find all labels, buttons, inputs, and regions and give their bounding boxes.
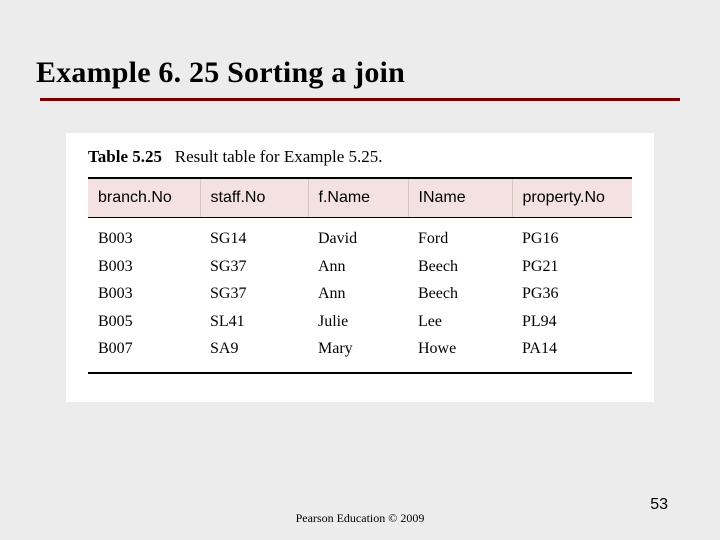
title-block: Example 6. 25 Sorting a join xyxy=(0,56,720,107)
col-lname: IName xyxy=(408,178,512,218)
slide: Example 6. 25 Sorting a join Table 5.25 … xyxy=(0,0,720,540)
title-rule xyxy=(40,98,680,101)
table-row: B003 SG14 David Ford PG16 xyxy=(88,218,632,252)
col-fname: f.Name xyxy=(308,178,408,218)
caption-label: Table 5.25 xyxy=(88,147,162,166)
table-header-row: branch.No staff.No f.Name IName property… xyxy=(88,178,632,218)
page-number: 53 xyxy=(650,496,668,514)
cell: PA14 xyxy=(512,334,632,373)
cell: Ford xyxy=(408,218,512,252)
cell: Howe xyxy=(408,334,512,373)
slide-title: Example 6. 25 Sorting a join xyxy=(36,56,684,90)
table-row: B003 SG37 Ann Beech PG36 xyxy=(88,279,632,307)
table-row: B007 SA9 Mary Howe PA14 xyxy=(88,334,632,373)
caption-text: Result table for Example 5.25. xyxy=(175,147,383,166)
cell: SG37 xyxy=(200,252,308,280)
cell: B005 xyxy=(88,307,200,335)
cell: PG36 xyxy=(512,279,632,307)
cell: B003 xyxy=(88,279,200,307)
cell: Mary xyxy=(308,334,408,373)
cell: B007 xyxy=(88,334,200,373)
col-branchno: branch.No xyxy=(88,178,200,218)
cell: SG37 xyxy=(200,279,308,307)
cell: Beech xyxy=(408,279,512,307)
cell: Beech xyxy=(408,252,512,280)
cell: PG21 xyxy=(512,252,632,280)
col-propertyno: property.No xyxy=(512,178,632,218)
table-row: B003 SG37 Ann Beech PG21 xyxy=(88,252,632,280)
cell: Ann xyxy=(308,252,408,280)
cell: PG16 xyxy=(512,218,632,252)
result-table: branch.No staff.No f.Name IName property… xyxy=(88,177,632,374)
content-area: Table 5.25 Result table for Example 5.25… xyxy=(66,133,654,402)
footer-credit: Pearson Education © 2009 xyxy=(0,511,720,526)
cell: B003 xyxy=(88,218,200,252)
cell: David xyxy=(308,218,408,252)
col-staffno: staff.No xyxy=(200,178,308,218)
cell: SL41 xyxy=(200,307,308,335)
cell: Lee xyxy=(408,307,512,335)
cell: Julie xyxy=(308,307,408,335)
cell: B003 xyxy=(88,252,200,280)
cell: SG14 xyxy=(200,218,308,252)
cell: Ann xyxy=(308,279,408,307)
table-row: B005 SL41 Julie Lee PL94 xyxy=(88,307,632,335)
table-caption: Table 5.25 Result table for Example 5.25… xyxy=(88,147,632,167)
cell: SA9 xyxy=(200,334,308,373)
cell: PL94 xyxy=(512,307,632,335)
